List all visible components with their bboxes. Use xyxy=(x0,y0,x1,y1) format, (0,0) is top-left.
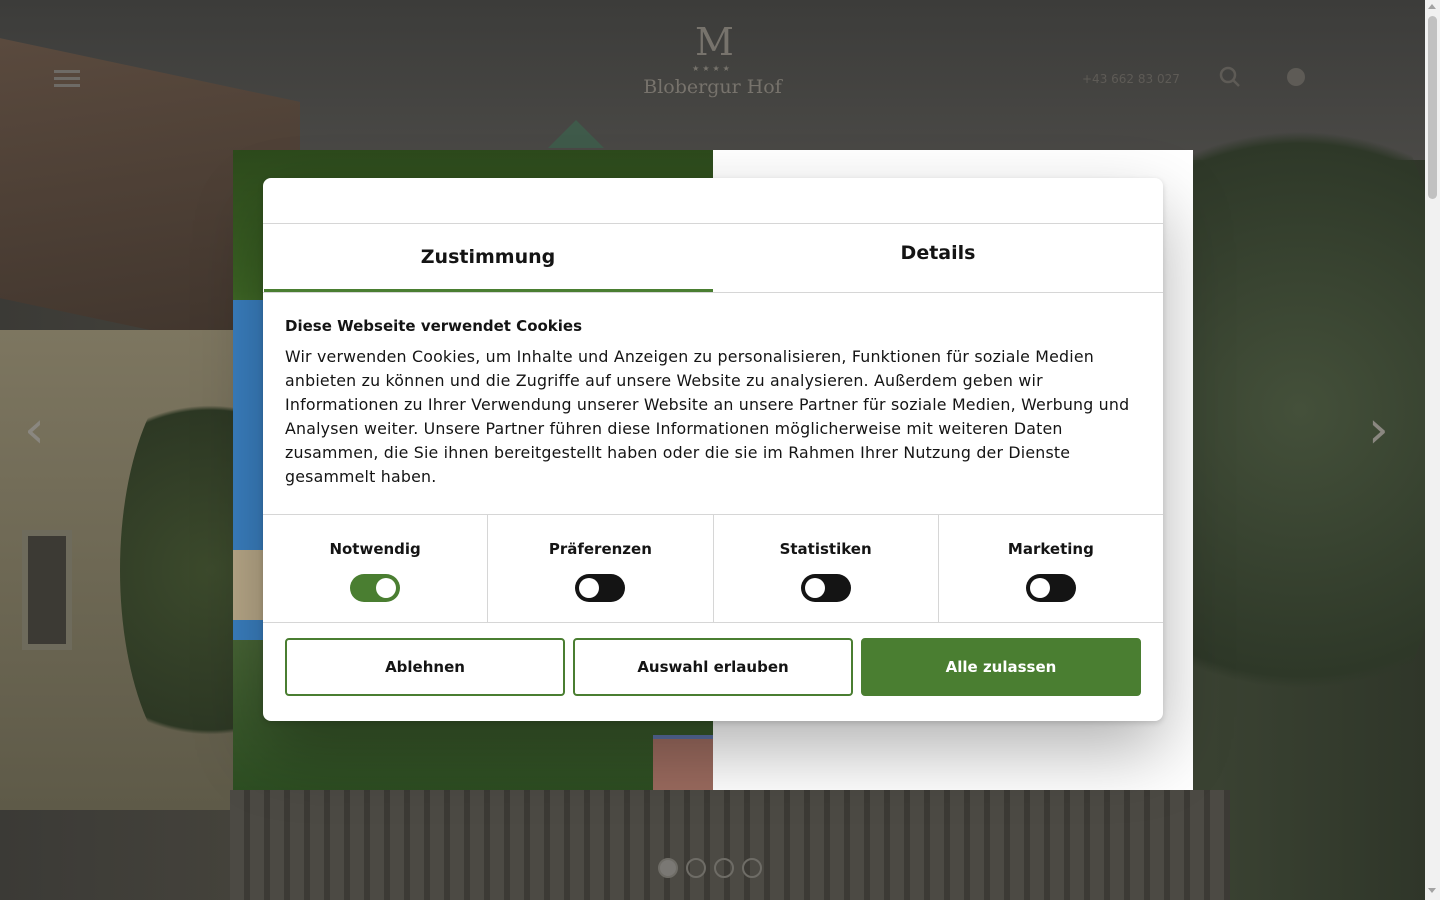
promo-photo-city xyxy=(233,550,263,620)
category-notwendig: Notwendig xyxy=(263,515,487,622)
chevron-left-icon[interactable]: ‹ xyxy=(24,400,45,460)
logo-mark: M xyxy=(695,20,734,64)
consent-buttons: Ablehnen Auswahl erlauben Alle zulassen xyxy=(263,623,1163,696)
phone-link[interactable]: +43 662 83 027 xyxy=(1082,72,1180,86)
category-label: Statistiken xyxy=(779,540,872,558)
consent-categories: Notwendig Präferenzen Statistiken Market… xyxy=(263,515,1163,623)
category-label: Marketing xyxy=(1007,540,1094,558)
allow-all-button[interactable]: Alle zulassen xyxy=(861,638,1141,696)
site-header: M ★★★★ Blobergur Hof +43 662 83 027 xyxy=(0,0,1425,140)
category-label: Präferenzen xyxy=(548,540,652,558)
hero-fence xyxy=(230,790,1230,900)
slider-dot[interactable] xyxy=(658,858,678,878)
decline-button[interactable]: Ablehnen xyxy=(285,638,565,696)
consent-heading: Diese Webseite verwendet Cookies xyxy=(285,317,583,335)
toggle-notwendig[interactable] xyxy=(350,574,401,602)
toggle-statistiken[interactable] xyxy=(800,574,851,602)
globe-icon[interactable] xyxy=(1283,66,1309,92)
category-label: Notwendig xyxy=(329,540,421,558)
category-praeferenzen: Präferenzen xyxy=(487,515,712,622)
cookie-consent-dialog: Zustimmung Details Diese Webseite verwen… xyxy=(263,178,1163,721)
toggle-knob xyxy=(804,578,825,598)
page-scrollbar[interactable] xyxy=(1425,0,1440,900)
logo-stars: ★★★★ xyxy=(692,64,733,73)
toggle-praeferenzen[interactable] xyxy=(575,574,626,602)
tab-details[interactable]: Details xyxy=(713,224,1163,292)
toggle-knob xyxy=(579,578,600,598)
dialog-header xyxy=(263,178,1163,224)
toggle-marketing[interactable] xyxy=(1025,574,1076,602)
category-marketing: Marketing xyxy=(937,515,1163,622)
allow-selection-button[interactable]: Auswahl erlauben xyxy=(573,638,853,696)
promo-photo-boat xyxy=(653,735,713,790)
consent-tabs: Zustimmung Details xyxy=(263,224,1163,293)
scrollbar-thumb[interactable] xyxy=(1428,16,1437,199)
hamburger-icon[interactable] xyxy=(54,70,80,88)
scroll-down-icon[interactable] xyxy=(1428,888,1436,893)
logo-name: Blobergur Hof xyxy=(643,76,782,98)
slider-dots xyxy=(658,858,762,878)
site-logo[interactable]: M ★★★★ Blobergur Hof xyxy=(630,20,795,100)
scroll-up-icon[interactable] xyxy=(1428,4,1436,9)
slider-dot[interactable] xyxy=(742,858,762,878)
toggle-knob xyxy=(1029,578,1050,598)
consent-body: Diese Webseite verwendet Cookies Wir ver… xyxy=(263,293,1163,515)
slider-dot[interactable] xyxy=(714,858,734,878)
hero-window xyxy=(22,530,72,650)
category-statistiken: Statistiken xyxy=(712,515,938,622)
slider-dot[interactable] xyxy=(686,858,706,878)
toggle-knob xyxy=(376,578,397,598)
chevron-right-icon[interactable]: › xyxy=(1368,400,1389,460)
consent-text: Wir verwenden Cookies, um Inhalte und An… xyxy=(285,347,1130,486)
search-icon[interactable] xyxy=(1217,66,1243,92)
tab-zustimmung[interactable]: Zustimmung xyxy=(263,224,713,292)
